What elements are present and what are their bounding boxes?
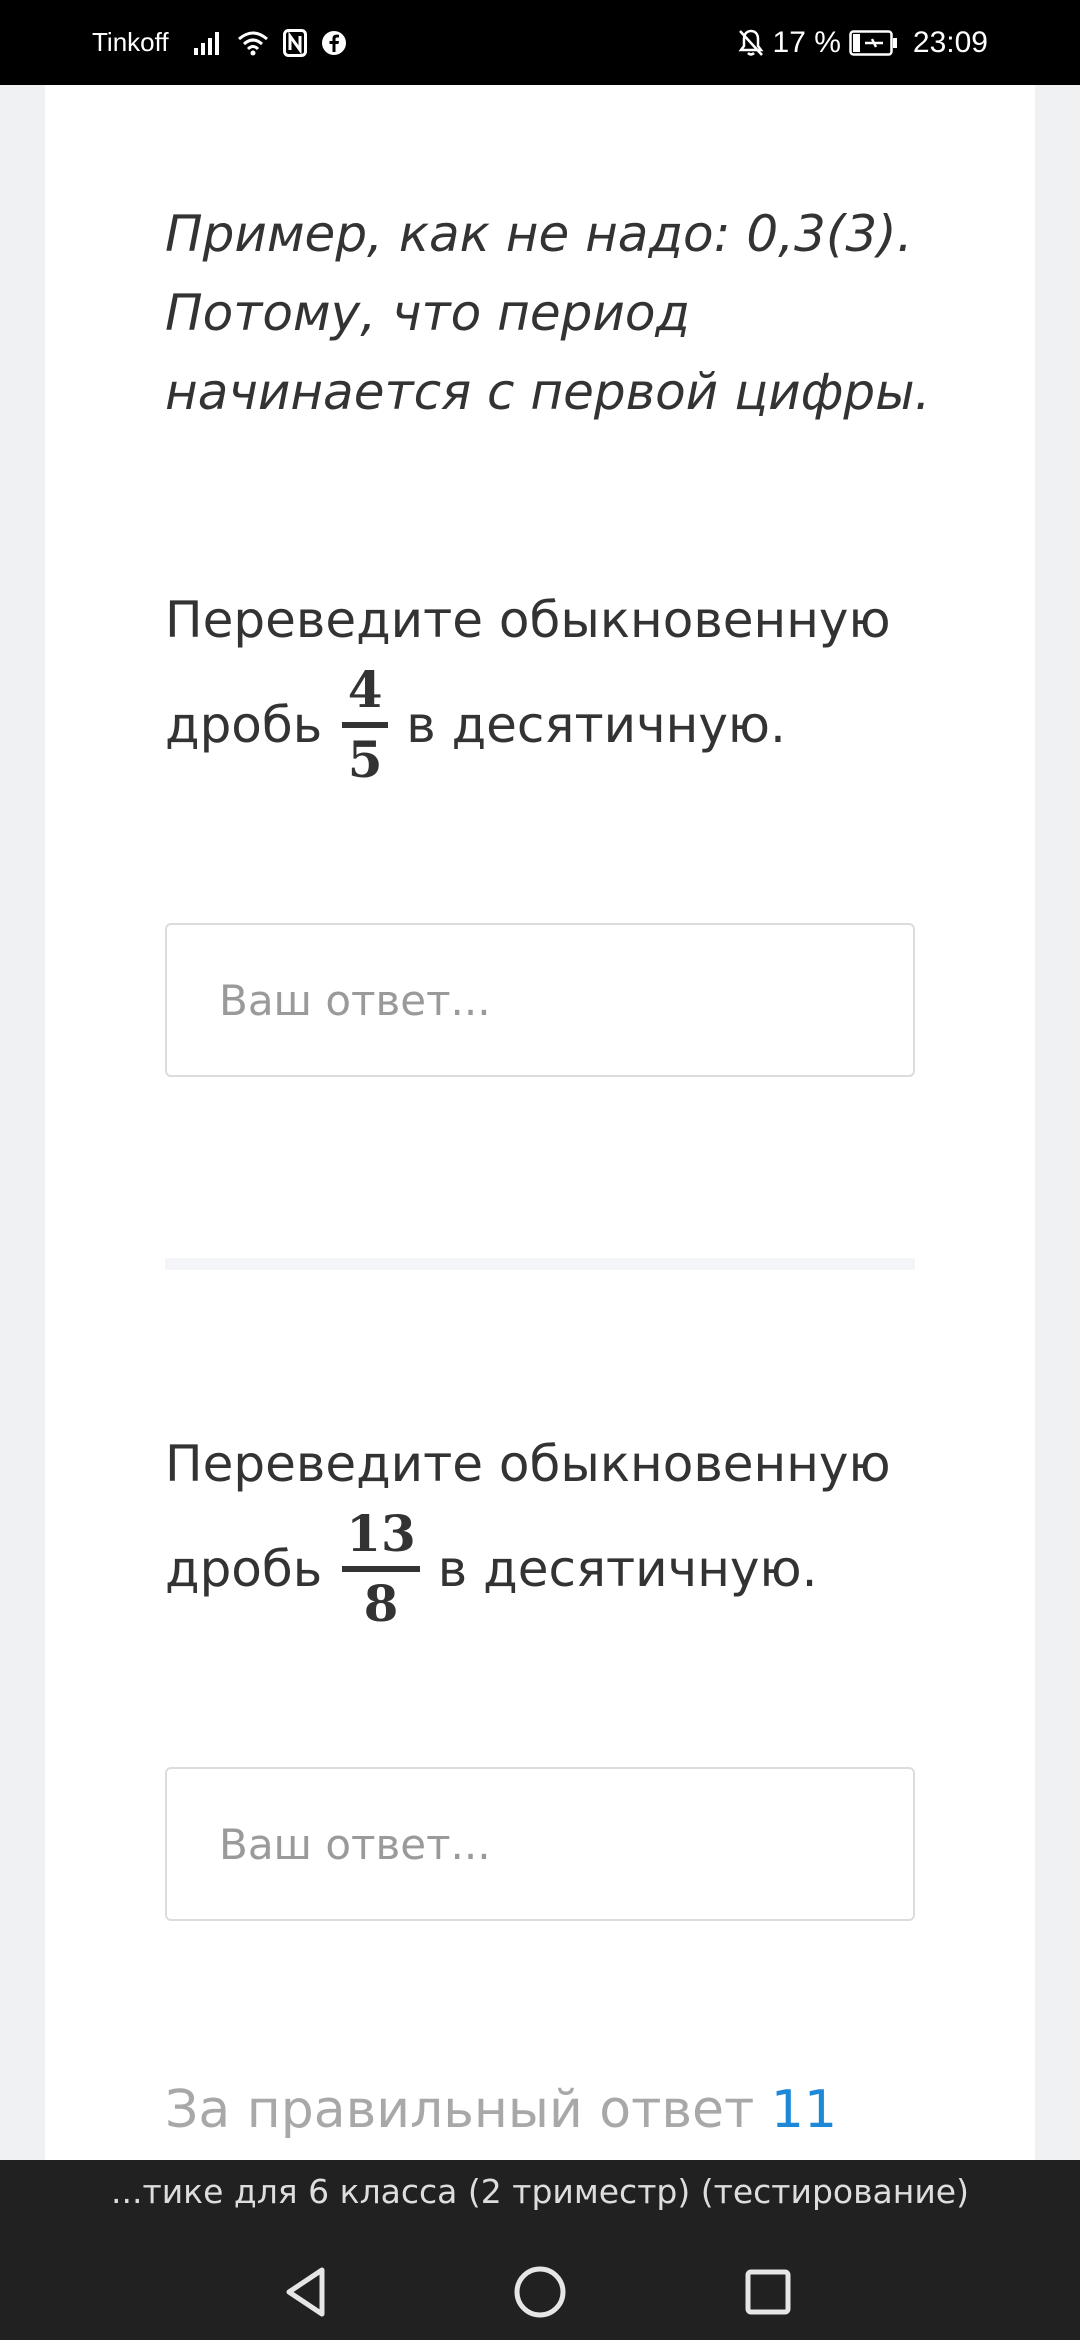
fraction-denominator: 5 — [347, 730, 383, 789]
fraction-numerator: 4 — [347, 660, 383, 719]
fraction-denominator: 8 — [363, 1574, 399, 1633]
points-note: За правильный ответ 11 — [165, 2077, 837, 2143]
question-prefix: дробь — [165, 696, 323, 754]
back-button[interactable] — [267, 2252, 347, 2332]
example-note: Пример, как не надо: 0,3(3). Потому, что… — [165, 205, 931, 421]
status-bar: Tinkoff 17 % 23:09 — [0, 0, 1080, 85]
facebook-icon — [321, 30, 347, 56]
bottom-bar: ...тике для 6 класса (2 триместр) (тести… — [0, 2160, 1080, 2340]
fraction-bar — [342, 722, 389, 728]
answer-input-1[interactable] — [165, 923, 915, 1077]
wifi-icon — [237, 30, 269, 56]
points-label: За правильный ответ — [165, 2080, 755, 2140]
fraction: 4 5 — [342, 660, 389, 789]
question-text-line2: дробь 13 8 в десятичную. — [165, 1504, 985, 1634]
question-text-line1: Переведите обыкновенную — [165, 1435, 891, 1493]
recents-icon — [745, 2269, 791, 2315]
question-suffix: в десятичную. — [406, 696, 786, 754]
home-icon — [514, 2266, 566, 2318]
mute-icon — [737, 28, 765, 58]
question-prefix: дробь — [165, 1540, 323, 1598]
question-text-line2: дробь 4 5 в десятичную. — [165, 660, 985, 790]
question-1: Переведите обыкновенную дробь 4 5 в деся… — [165, 580, 985, 790]
carrier-name: Tinkoff — [92, 27, 169, 57]
signal-icon — [193, 30, 223, 56]
question-2: Переведите обыкновенную дробь 13 8 в дес… — [165, 1424, 985, 1634]
form-card: Пример, как не надо: 0,3(3). Потому, что… — [45, 85, 1035, 2160]
points-value: 11 — [770, 2080, 838, 2140]
answer-input-2[interactable] — [165, 1767, 915, 1921]
battery-percent: 17 % — [772, 25, 841, 59]
question-suffix: в десятичную. — [437, 1540, 818, 1598]
fraction-bar — [342, 1566, 420, 1572]
status-bar-right: 17 % 23:09 — [737, 0, 988, 85]
fraction-numerator: 13 — [346, 1504, 416, 1563]
question-text-line1: Переведите обыкновенную — [165, 591, 891, 649]
home-button[interactable] — [500, 2252, 580, 2332]
nfc-icon — [282, 28, 307, 57]
clock: 23:09 — [912, 25, 988, 59]
fraction: 13 8 — [342, 1506, 420, 1632]
back-icon — [286, 2267, 325, 2317]
status-bar-left: Tinkoff — [92, 0, 347, 85]
recents-button[interactable] — [728, 2252, 808, 2332]
page-title: ...тике для 6 класса (2 триместр) (тести… — [111, 2172, 969, 2211]
battery-icon — [849, 29, 899, 56]
section-divider — [165, 1258, 915, 1270]
